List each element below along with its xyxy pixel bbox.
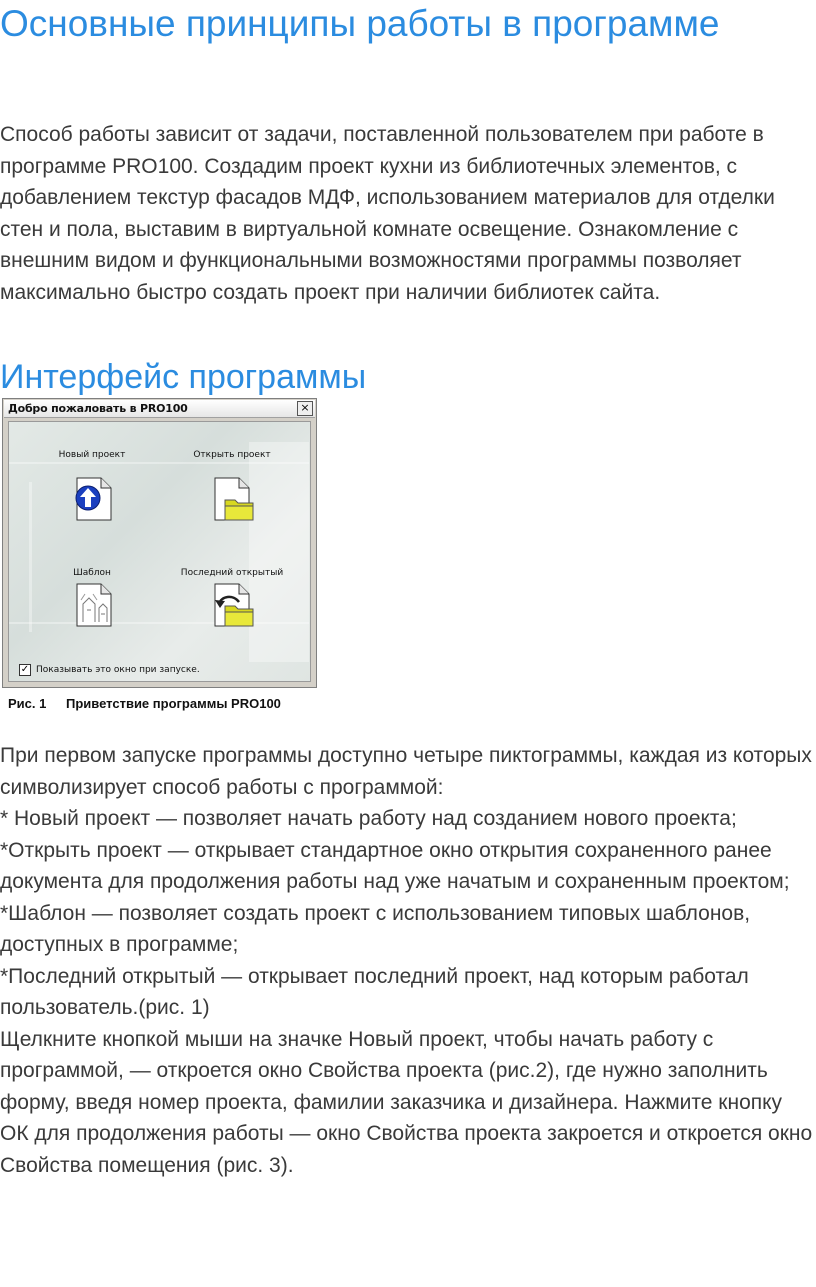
body-line: * Новый проект — позволяет начать работу… [0,807,737,830]
body-line: Щелкните кнопкой мыши на значке Новый пр… [0,1027,813,1177]
intro-paragraph: Способ работы зависит от задачи, поставл… [0,123,775,304]
background-decoration [29,482,32,632]
show-on-startup-row[interactable]: ✓ Показывать это окно при запуске. [19,664,200,676]
tile-label: Открыть проект [193,450,271,460]
figure-caption-text: Приветствие программы PRO100 [66,696,281,711]
background-decoration [9,622,309,624]
body-line: *Шаблон — позволяет создать проект с исп… [0,901,751,957]
open-project-icon [214,477,254,521]
tile-label: Последний открытый [180,568,284,578]
show-on-startup-label: Показывать это окно при запуске. [36,665,200,675]
new-project-icon [75,477,112,521]
close-icon[interactable]: × [297,401,313,416]
figure-number: Рис. 1 [8,696,47,711]
body-line: При первом запуске программы доступно че… [0,744,812,799]
instructions-paragraph: При первом запуске программы доступно че… [0,740,816,1181]
template-icon [76,583,112,627]
figure-caption: Рис. 1 Приветствие программы PRO100 [8,696,281,711]
show-on-startup-checkbox[interactable]: ✓ [19,664,31,676]
dialog-client-area: Новый проект Открыть проект Шаблон После… [8,421,311,682]
background-decoration [249,442,309,662]
last-opened-icon [214,583,254,627]
body-line: *Последний открытый — открывает последни… [0,964,749,1020]
dialog-title: Добро пожаловать в PRO100 [8,402,188,415]
tile-label: Шаблон [73,568,111,578]
page-title: Основные принципы работы в программе [0,3,720,44]
body-line: *Открыть проект — открывает стандартное … [0,838,790,894]
tile-label: Новый проект [58,450,126,460]
section-title: Интерфейс программы [0,358,367,396]
welcome-dialog-screenshot: Добро пожаловать в PRO100 × Новый проект [2,398,317,688]
dialog-titlebar: Добро пожаловать в PRO100 × [4,400,315,418]
